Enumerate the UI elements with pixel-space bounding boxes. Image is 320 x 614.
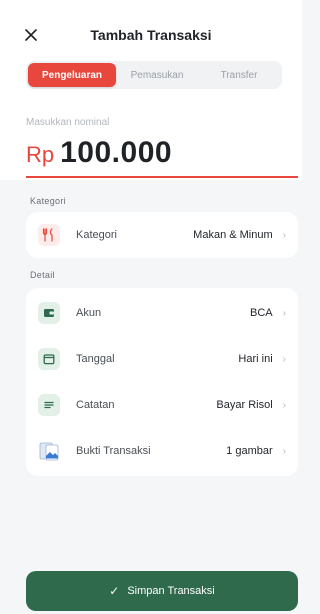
- chevron-right-icon: ›: [282, 307, 286, 319]
- amount-input[interactable]: Rp 100.000: [26, 136, 172, 170]
- row-label-kategori: Kategori: [76, 229, 117, 241]
- category-row[interactable]: Kategori Makan & Minum ›: [26, 212, 298, 258]
- page-title: Tambah Transaksi: [90, 27, 212, 43]
- tab-pemasukan[interactable]: Pemasukan: [116, 63, 198, 87]
- row-value-bukti: 1 gambar: [226, 445, 273, 457]
- row-label-akun: Akun: [76, 307, 102, 319]
- notes-icon: [38, 394, 60, 416]
- row-label-tanggal: Tanggal: [76, 353, 115, 365]
- row-value-tanggal: Hari ini: [238, 353, 273, 365]
- save-button-label: Simpan Transaksi: [127, 585, 215, 597]
- detail-card: Akun BCA › Tanggal Hari ini › Catatan Ba…: [26, 288, 298, 476]
- chevron-right-icon: ›: [282, 399, 286, 411]
- header: Tambah Transaksi Pengeluaran Pemasukan T…: [0, 0, 302, 118]
- utensils-icon: [38, 224, 60, 246]
- save-transaction-button[interactable]: ✓ Simpan Transaksi: [26, 571, 298, 611]
- chevron-right-icon: ›: [282, 229, 286, 241]
- detail-row-catatan[interactable]: Catatan Bayar Risol ›: [26, 382, 298, 428]
- row-value-akun: BCA: [250, 307, 273, 319]
- transaction-type-tabs: Pengeluaran Pemasukan Transfer: [26, 61, 282, 89]
- check-icon: ✓: [109, 584, 120, 598]
- detail-row-akun[interactable]: Akun BCA ›: [26, 290, 298, 336]
- receipt-image-icon: [38, 440, 60, 462]
- wallet-icon: [38, 302, 60, 324]
- amount-value: 100.000: [60, 136, 173, 169]
- detail-row-tanggal[interactable]: Tanggal Hari ini ›: [26, 336, 298, 382]
- amount-field[interactable]: Masukkan nominal Rp 100.000: [0, 108, 302, 180]
- chevron-right-icon: ›: [282, 353, 286, 365]
- tab-transfer[interactable]: Transfer: [198, 63, 280, 87]
- amount-label: Masukkan nominal: [26, 117, 110, 128]
- row-label-bukti: Bukti Transaksi: [76, 445, 151, 457]
- amount-underline: [26, 176, 298, 178]
- calendar-icon: [38, 348, 60, 370]
- row-value-catatan: Bayar Risol: [216, 399, 273, 411]
- chevron-right-icon: ›: [282, 445, 286, 457]
- category-card: Kategori Makan & Minum ›: [26, 212, 298, 258]
- tab-pengeluaran[interactable]: Pengeluaran: [28, 63, 116, 87]
- currency-label: Rp: [26, 142, 55, 167]
- detail-row-bukti[interactable]: Bukti Transaksi 1 gambar ›: [26, 428, 298, 474]
- row-label-catatan: Catatan: [76, 399, 115, 411]
- section-label-detail: Detail: [30, 270, 55, 280]
- row-value-kategori: Makan & Minum: [193, 229, 273, 241]
- section-label-category: Kategori: [30, 196, 66, 206]
